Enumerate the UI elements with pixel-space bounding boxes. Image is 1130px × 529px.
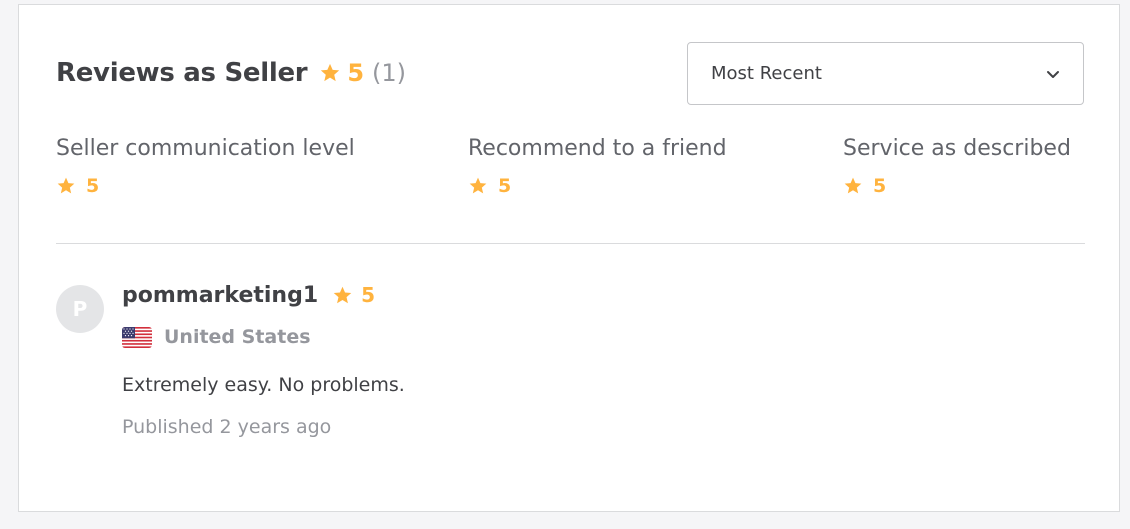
breakdown-value: 5: [498, 175, 512, 197]
reviewer-rating: 5: [361, 283, 376, 307]
divider: [56, 243, 1085, 244]
breakdown-item-service: Service as described 5: [843, 136, 1071, 197]
country-name: United States: [164, 326, 311, 348]
us-flag-icon: [122, 326, 152, 348]
star-icon: [321, 63, 340, 82]
star-icon: [333, 286, 352, 303]
breakdown-value: 5: [86, 175, 100, 197]
breakdown-item-communication: Seller communication level 5: [56, 136, 355, 197]
overall-rating: 5: [347, 59, 365, 87]
breakdown-score: 5: [468, 175, 727, 197]
reviewer-row: pommarketing1 5: [122, 280, 1022, 310]
breakdown-label: Recommend to a friend: [468, 136, 727, 161]
reviewer-country: United States: [122, 324, 1022, 350]
breakdown-item-recommend: Recommend to a friend 5: [468, 136, 727, 197]
breakdown-value: 5: [873, 175, 887, 197]
reviews-header: Reviews as Seller 5 (1): [56, 45, 406, 101]
star-icon: [469, 177, 487, 194]
breakdown-score: 5: [843, 175, 1071, 197]
chevron-down-icon: [1047, 70, 1059, 78]
breakdown-score: 5: [56, 175, 355, 197]
reviews-title: Reviews as Seller: [56, 58, 308, 88]
star-icon: [844, 177, 862, 194]
review-body: pommarketing1 5 United States Extremely …: [122, 280, 1022, 438]
star-icon: [57, 177, 75, 194]
reviews-card: Reviews as Seller 5 (1) Most Recent Sell…: [18, 4, 1120, 512]
review-text: Extremely easy. No problems.: [122, 374, 405, 396]
breakdown-label: Seller communication level: [56, 136, 355, 161]
avatar[interactable]: P: [56, 285, 104, 333]
published-time: Published 2 years ago: [122, 416, 332, 438]
reviewer-username[interactable]: pommarketing1: [122, 283, 318, 308]
breakdown-label: Service as described: [843, 136, 1071, 161]
sort-dropdown[interactable]: Most Recent: [687, 42, 1084, 105]
review-count: (1): [372, 59, 407, 87]
sort-selected-label: Most Recent: [711, 63, 822, 84]
rating-breakdown: Seller communication level 5 Recommend t…: [56, 136, 1085, 216]
